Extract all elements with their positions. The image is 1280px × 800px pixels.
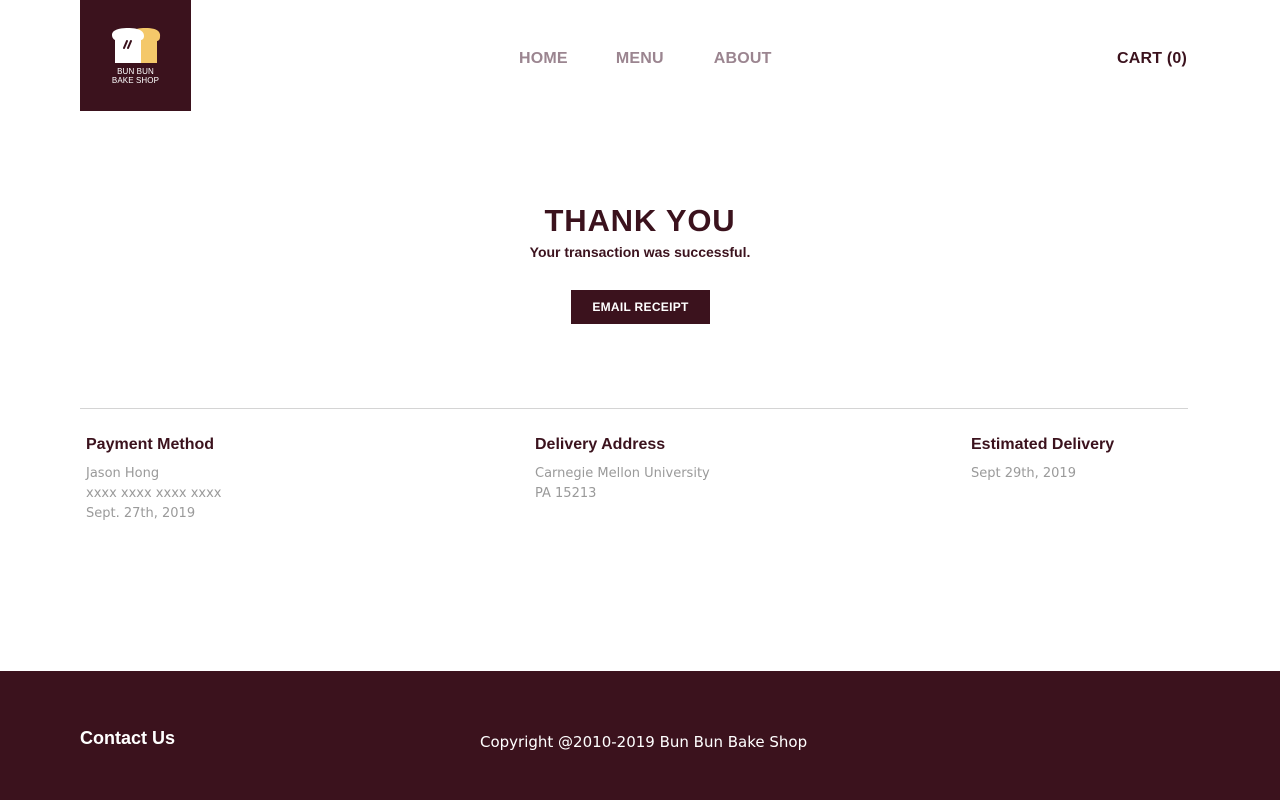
footer: Contact Us Copyright @2010-2019 Bun Bun … [0, 671, 1280, 800]
cart-link[interactable]: CART (0) [1117, 50, 1187, 68]
section-divider [80, 408, 1188, 409]
payment-method-heading: Payment Method [86, 436, 215, 453]
logo-text: BUN BUN BAKE SHOP [112, 67, 159, 85]
payment-method-section: Payment Method Jason Hong xxxx xxxx xxxx… [86, 435, 222, 524]
logo-line-2: BAKE SHOP [111, 76, 160, 85]
payment-date: Sept. 27th, 2019 [86, 506, 196, 521]
main-nav: HOME MENU ABOUT [519, 50, 772, 68]
delivery-address-heading: Delivery Address [535, 436, 666, 453]
email-receipt-button[interactable]: EMAIL RECEIPT [571, 290, 710, 324]
confirmation-block: THANK YOU Your transaction was successfu… [0, 202, 1280, 260]
bread-logo-icon [111, 28, 160, 63]
delivery-address-section: Delivery Address Carnegie Mellon Univers… [535, 435, 710, 504]
copyright-text: Copyright @2010-2019 Bun Bun Bake Shop [480, 733, 808, 751]
page-title: THANK YOU [544, 203, 736, 238]
estimated-delivery-heading: Estimated Delivery [971, 436, 1115, 453]
address-line-2: PA 15213 [535, 486, 597, 501]
address-line-1: Carnegie Mellon University [535, 466, 710, 481]
nav-menu-link[interactable]: MENU [616, 50, 664, 68]
payment-card-number: xxxx xxxx xxxx xxxx [86, 486, 222, 501]
brand-logo[interactable]: BUN BUN BAKE SHOP [80, 0, 191, 111]
success-message: Your transaction was successful. [529, 244, 751, 260]
nav-about-link[interactable]: ABOUT [714, 50, 772, 68]
logo-line-1: BUN BUN [117, 67, 154, 76]
payment-name: Jason Hong [86, 466, 160, 481]
nav-home-link[interactable]: HOME [519, 50, 568, 68]
estimated-delivery-date: Sept 29th, 2019 [971, 466, 1076, 481]
page: BUN BUN BAKE SHOP HOME MENU ABOUT CART (… [0, 0, 1280, 800]
contact-us-link[interactable]: Contact Us [80, 728, 175, 749]
estimated-delivery-section: Estimated Delivery Sept 29th, 2019 [971, 435, 1114, 484]
